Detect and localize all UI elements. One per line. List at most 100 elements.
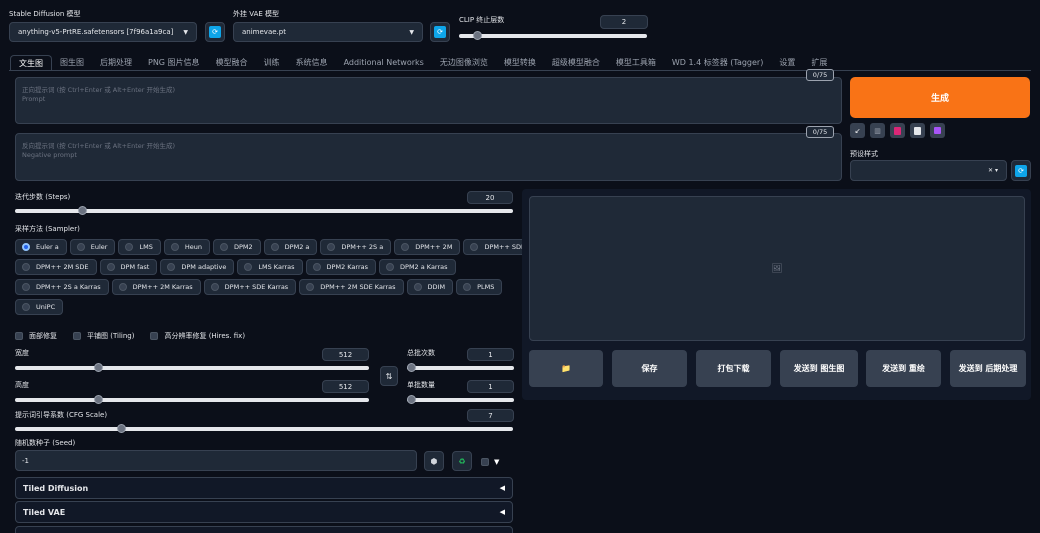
- sampler-option[interactable]: DPM2: [212, 239, 261, 255]
- sampler-option[interactable]: DPM2 a: [263, 239, 318, 255]
- radio-dot[interactable]: [386, 263, 395, 271]
- tab-item[interactable]: 模型转换: [496, 55, 544, 70]
- sampler-option[interactable]: DPM++ 2S a: [320, 239, 392, 255]
- clip-slider-thumb[interactable]: [473, 31, 482, 40]
- width-number[interactable]: 512: [322, 348, 369, 361]
- checkbox-box[interactable]: [15, 332, 23, 340]
- tab-item[interactable]: 后期处理: [92, 55, 140, 70]
- radio-dot[interactable]: [22, 243, 30, 251]
- styles-select[interactable]: ✕ ▾: [850, 160, 1007, 181]
- refresh-models-button[interactable]: ⟳: [205, 22, 225, 42]
- sampler-option[interactable]: DPM fast: [99, 259, 158, 275]
- tab-item[interactable]: Additional Networks: [336, 55, 432, 70]
- radio-dot[interactable]: [118, 283, 127, 291]
- vae-select[interactable]: animevae.pt ▼: [233, 22, 423, 42]
- swap-dimensions-button[interactable]: ⇅: [380, 366, 398, 386]
- steps-slider[interactable]: [15, 206, 513, 215]
- radio-dot[interactable]: [413, 283, 422, 291]
- sampler-option[interactable]: DPM adaptive: [160, 259, 235, 275]
- steps-slider-thumb[interactable]: [78, 206, 87, 215]
- face-restore-checkbox[interactable]: 面部修复: [15, 331, 57, 341]
- sampler-option[interactable]: DPM++ 2M: [394, 239, 461, 255]
- radio-dot[interactable]: [270, 243, 279, 251]
- radio-dot[interactable]: [22, 303, 30, 311]
- tab-item[interactable]: 模型融合: [208, 55, 256, 70]
- extra-seed-toggle[interactable]: ▼: [481, 458, 499, 466]
- tab-item[interactable]: 训练: [256, 55, 288, 70]
- clear-prompt-button[interactable]: ▥: [870, 123, 885, 138]
- batch-count-thumb[interactable]: [407, 363, 416, 372]
- accordion-next[interactable]: [15, 526, 513, 533]
- radio-dot[interactable]: [470, 243, 479, 251]
- accordion-tiled-diffusion[interactable]: Tiled Diffusion ◀: [15, 477, 513, 499]
- radio-dot[interactable]: [170, 243, 179, 251]
- sampler-option[interactable]: Heun: [163, 239, 210, 255]
- generate-button[interactable]: 生成: [850, 77, 1030, 118]
- seed-input[interactable]: -1: [15, 450, 417, 471]
- sampler-option[interactable]: DPM++ 2M Karras: [111, 279, 201, 295]
- send-to-img2img-button[interactable]: 发送到 图生图: [780, 350, 858, 387]
- sampler-option[interactable]: DPM++ 2S a Karras: [15, 279, 109, 295]
- prompt-input[interactable]: 正向提示词 (按 Ctrl+Enter 或 Alt+Enter 开始生成) Pr…: [15, 77, 842, 124]
- hires-fix-checkbox[interactable]: 高分辨率修复 (Hires. fix): [150, 331, 245, 341]
- cfg-number[interactable]: 7: [467, 409, 514, 422]
- radio-dot[interactable]: [401, 243, 410, 251]
- send-to-inpaint-button[interactable]: 发送到 重绘: [866, 350, 941, 387]
- save-style-button[interactable]: [930, 123, 945, 138]
- tab-item[interactable]: WD 1.4 标签器 (Tagger): [664, 55, 772, 70]
- batch-size-slider[interactable]: [407, 395, 514, 404]
- sampler-option[interactable]: Euler a: [15, 239, 67, 255]
- cfg-slider[interactable]: [15, 424, 513, 433]
- radio-dot[interactable]: [210, 283, 219, 291]
- batch-count-slider[interactable]: [407, 363, 514, 372]
- accordion-tiled-vae[interactable]: Tiled VAE ◀: [15, 501, 513, 523]
- height-slider-thumb[interactable]: [94, 395, 103, 404]
- read-params-button[interactable]: ↙: [850, 123, 865, 138]
- sampler-option[interactable]: LMS: [118, 239, 161, 255]
- width-slider[interactable]: [15, 363, 369, 372]
- send-to-extras-button[interactable]: 发送到 后期处理: [950, 350, 1026, 387]
- save-button[interactable]: 保存: [612, 350, 687, 387]
- sampler-option[interactable]: PLMS: [456, 279, 503, 295]
- show-extra-networks-button[interactable]: [890, 123, 905, 138]
- sampler-option[interactable]: DPM2 Karras: [305, 259, 377, 275]
- sampler-option[interactable]: DPM++ 2M SDE Karras: [299, 279, 404, 295]
- zip-download-button[interactable]: 打包下载: [696, 350, 771, 387]
- cfg-slider-thumb[interactable]: [117, 424, 126, 433]
- height-slider[interactable]: [15, 395, 369, 404]
- output-gallery[interactable]: 🖼: [529, 196, 1025, 341]
- reuse-seed-button[interactable]: ♻: [452, 451, 472, 471]
- checkbox-box[interactable]: [150, 332, 159, 340]
- radio-dot[interactable]: [327, 243, 336, 251]
- radio-dot[interactable]: [76, 243, 85, 251]
- steps-number[interactable]: 20: [467, 191, 513, 204]
- radio-dot[interactable]: [244, 263, 253, 271]
- radio-dot[interactable]: [125, 243, 134, 251]
- radio-dot[interactable]: [463, 283, 472, 291]
- radio-dot[interactable]: [312, 263, 321, 271]
- refresh-styles-button[interactable]: ⟳: [1011, 160, 1031, 181]
- radio-dot[interactable]: [167, 263, 176, 271]
- tab-item[interactable]: 设置: [771, 55, 803, 70]
- tab-item[interactable]: 图生图: [52, 55, 92, 70]
- radio-dot[interactable]: [22, 263, 30, 271]
- sampler-option[interactable]: Euler: [69, 239, 116, 255]
- tab-item[interactable]: 超级模型融合: [544, 55, 608, 70]
- sampler-option[interactable]: LMS Karras: [237, 259, 303, 275]
- width-slider-thumb[interactable]: [94, 363, 103, 372]
- tab-item[interactable]: PNG 图片信息: [140, 55, 208, 70]
- sampler-option[interactable]: DPM++ SDE Karras: [203, 279, 297, 295]
- apply-style-button[interactable]: [910, 123, 925, 138]
- tab-item[interactable]: 文生图: [10, 55, 52, 70]
- sampler-option[interactable]: DDIM: [406, 279, 454, 295]
- batch-size-number[interactable]: 1: [467, 380, 514, 393]
- batch-size-thumb[interactable]: [407, 395, 416, 404]
- radio-dot[interactable]: [106, 263, 115, 271]
- clear-chevron-icon[interactable]: ✕ ▾: [988, 167, 998, 174]
- height-number[interactable]: 512: [322, 380, 369, 393]
- model-select[interactable]: anything-v5-PrtRE.safetensors [7f96a1a9c…: [9, 22, 197, 42]
- clip-slider[interactable]: [459, 31, 647, 40]
- extra-seed-checkbox[interactable]: [481, 458, 489, 466]
- sampler-option[interactable]: UniPC: [15, 299, 64, 315]
- tab-item[interactable]: 扩展: [803, 55, 835, 70]
